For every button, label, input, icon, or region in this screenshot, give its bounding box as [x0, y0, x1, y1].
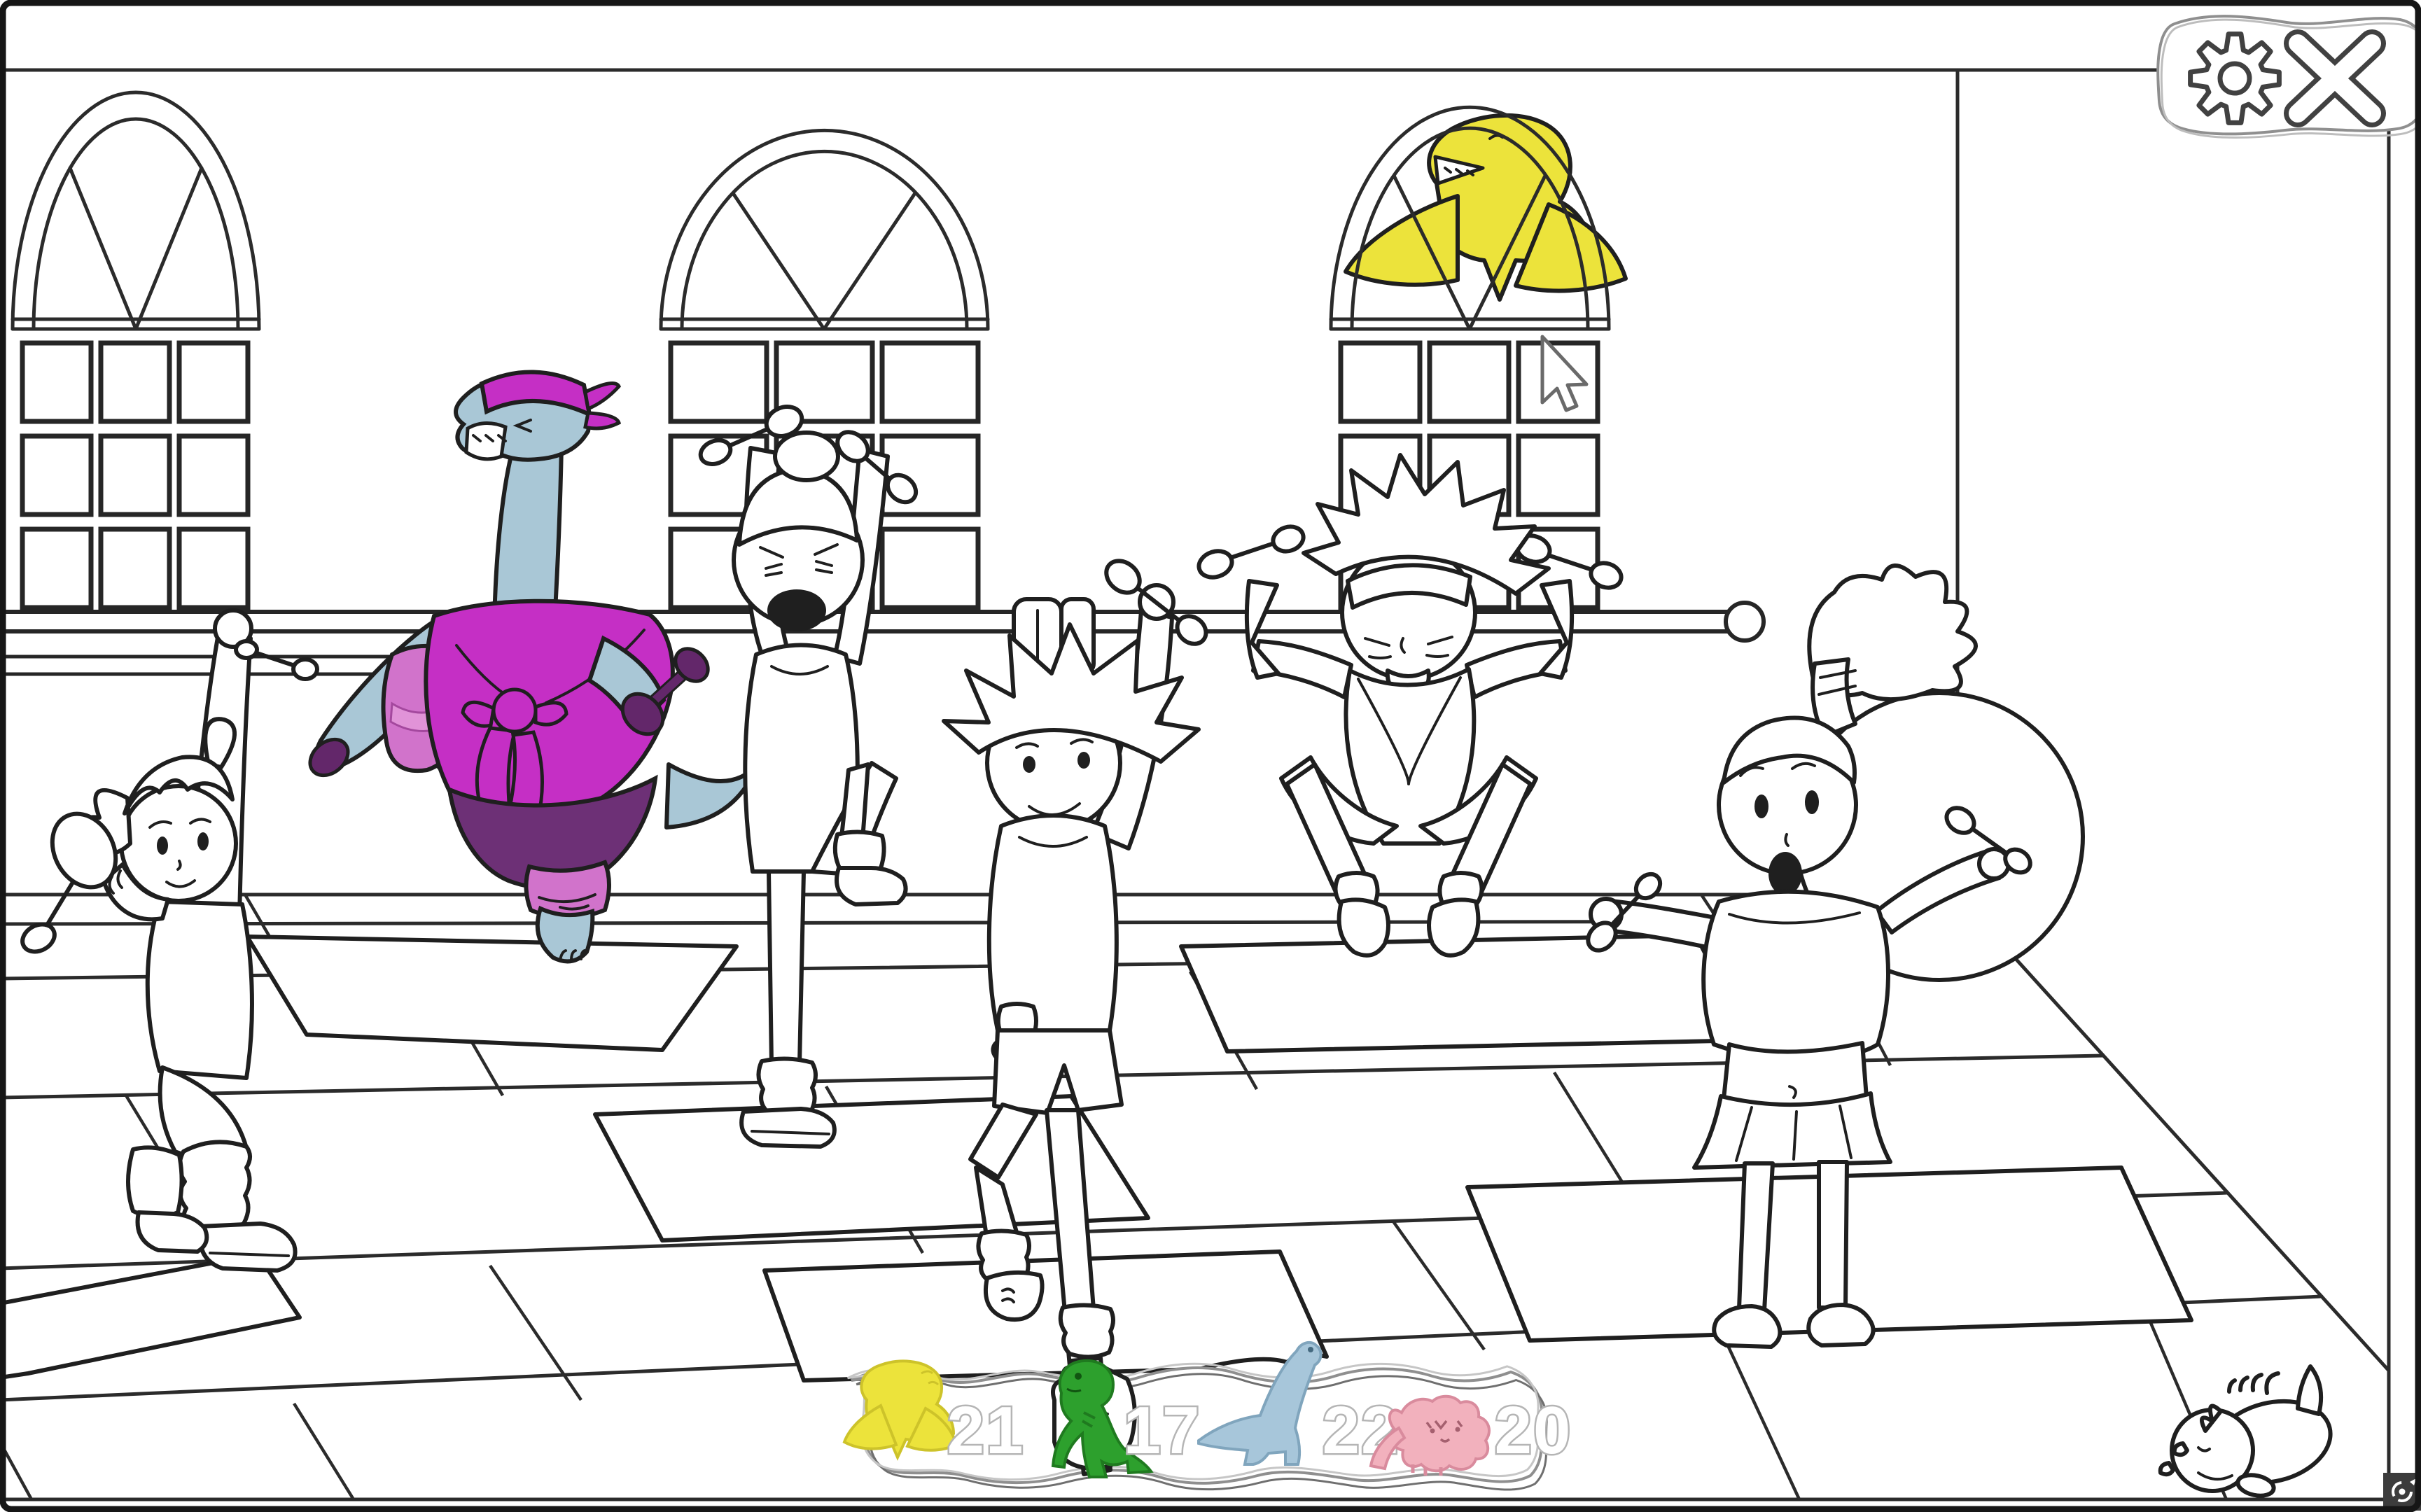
count-pterodactyl: 21: [947, 1393, 1025, 1468]
window-left[interactable]: [0, 92, 276, 626]
count-triceratops: 20: [1495, 1393, 1572, 1468]
coloring-canvas[interactable]: 21 17 22 20: [0, 0, 2421, 1512]
character-boy-spiky[interactable]: [944, 554, 1211, 1366]
character-baby-dino[interactable]: [2161, 1366, 2339, 1499]
settings-button[interactable]: [2191, 34, 2280, 123]
settings-panel: [2158, 16, 2421, 139]
count-t-rex: 17: [1124, 1393, 1201, 1468]
